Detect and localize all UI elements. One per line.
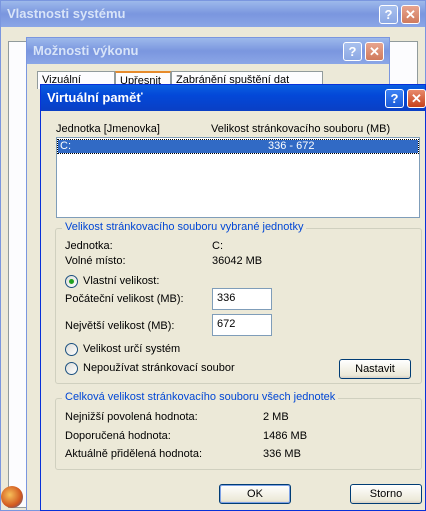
- min-allowed-value: 2 MB: [263, 411, 289, 423]
- close-icon[interactable]: ✕: [407, 89, 426, 108]
- close-icon[interactable]: ✕: [365, 42, 384, 61]
- close-icon[interactable]: ✕: [401, 5, 420, 24]
- list-item[interactable]: C: 336 - 672: [57, 139, 419, 154]
- recommended-value: 1486 MB: [263, 430, 308, 442]
- drive-letter: C:: [60, 140, 71, 152]
- recommended-label: Doporučená hodnota:: [65, 430, 171, 442]
- drive-label: Jednotka:: [65, 240, 113, 252]
- allocated-value: 336 MB: [263, 448, 301, 460]
- performance-options-title: Možnosti výkonu: [33, 43, 139, 58]
- system-managed-label[interactable]: Velikost určí systém: [83, 343, 180, 355]
- app-icon: [1, 486, 23, 508]
- system-managed-radio[interactable]: [65, 343, 78, 356]
- ok-button[interactable]: OK: [219, 484, 291, 504]
- initial-size-input[interactable]: 336: [212, 288, 272, 310]
- set-button[interactable]: Nastavit: [339, 359, 411, 379]
- help-icon[interactable]: ?: [385, 89, 404, 108]
- virtual-memory-dialog: Virtuální paměť ? ✕ Jednotka [Jmenovka] …: [40, 84, 426, 511]
- selected-drive-legend: Velikost stránkovacího souboru vybrané j…: [62, 221, 307, 233]
- help-icon[interactable]: ?: [379, 5, 398, 24]
- drive-size: 336 - 672: [268, 140, 315, 152]
- drive-list[interactable]: C: 336 - 672: [56, 137, 420, 218]
- total-size-legend: Celková velikost stránkovacího souboru v…: [62, 391, 339, 403]
- max-size-input[interactable]: 672: [212, 314, 272, 336]
- allocated-label: Aktuálně přidělená hodnota:: [65, 448, 202, 460]
- help-icon[interactable]: ?: [343, 42, 362, 61]
- custom-size-label[interactable]: Vlastní velikost:: [83, 275, 159, 287]
- no-paging-file-label[interactable]: Nepoužívat stránkovací soubor: [83, 362, 235, 374]
- system-properties-title: Vlastnosti systému: [7, 6, 126, 21]
- virtual-memory-titlebar: Virtuální paměť ? ✕: [41, 85, 426, 111]
- no-paging-file-radio[interactable]: [65, 362, 78, 375]
- custom-size-radio[interactable]: [65, 275, 78, 288]
- performance-options-titlebar: Možnosti výkonu ? ✕: [27, 38, 389, 64]
- initial-size-label: Počáteční velikost (MB):: [65, 293, 184, 305]
- free-space-label: Volné místo:: [65, 255, 126, 267]
- drive-value: C:: [212, 240, 223, 252]
- cancel-button[interactable]: Storno: [350, 484, 422, 504]
- drive-column-header: Jednotka [Jmenovka]: [56, 123, 160, 135]
- virtual-memory-title: Virtuální paměť: [47, 90, 143, 105]
- system-properties-titlebar: Vlastnosti systému ? ✕: [1, 1, 425, 27]
- min-allowed-label: Nejnižší povolená hodnota:: [65, 411, 198, 423]
- free-space-value: 36042 MB: [212, 255, 263, 267]
- size-column-header: Velikost stránkovacího souboru (MB): [211, 123, 391, 135]
- max-size-label: Největší velikost (MB):: [65, 320, 175, 332]
